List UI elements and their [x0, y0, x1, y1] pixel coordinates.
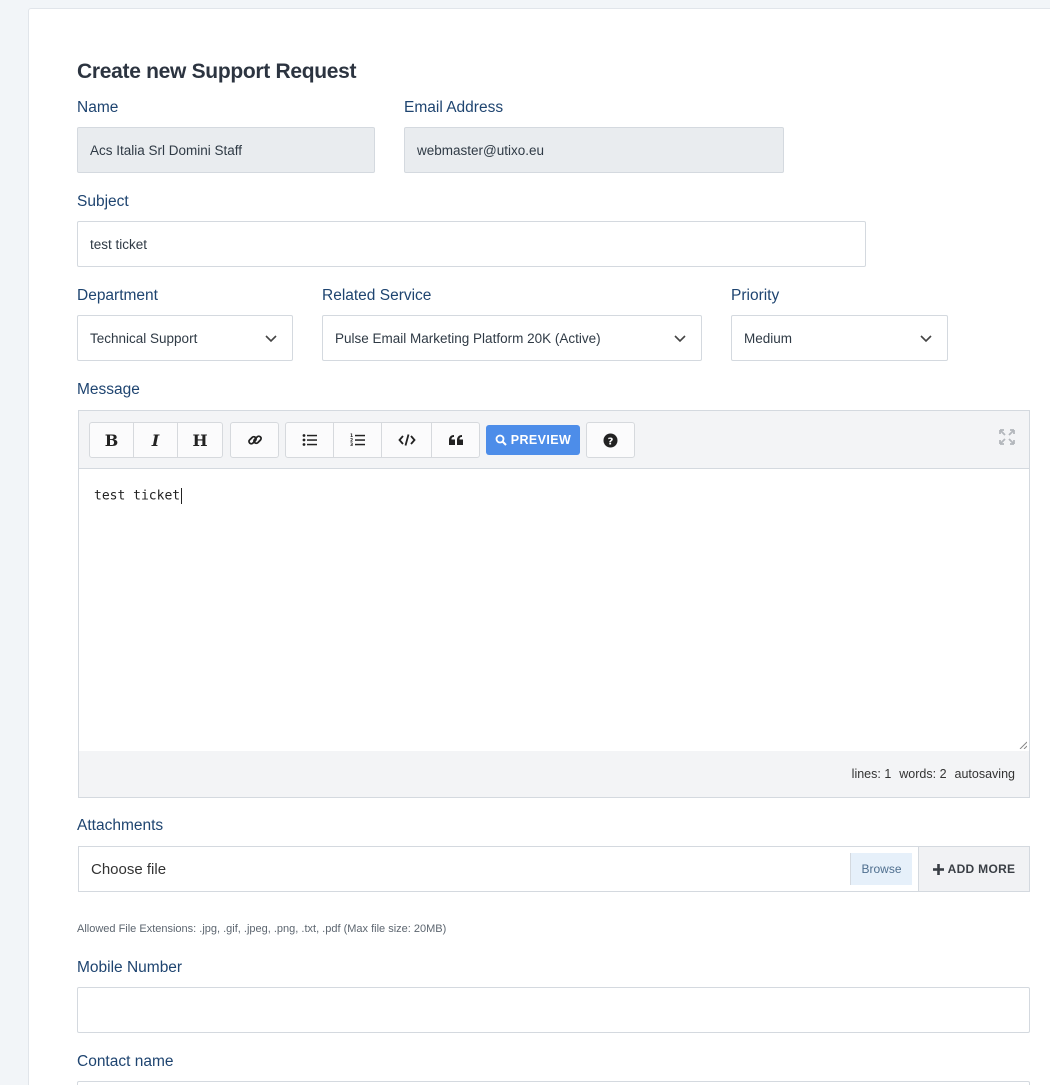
name-value: Acs Italia Srl Domini Staff [90, 142, 243, 158]
email-value: webmaster@utixo.eu [417, 142, 545, 158]
help-button[interactable]: ? [587, 423, 634, 457]
autosave-status: autosaving [954, 767, 1015, 781]
editor-statusbar: lines: 1 words: 2 autosaving [852, 767, 1015, 781]
quote-button[interactable] [432, 423, 479, 457]
priority-value: Medium [744, 330, 793, 346]
help-icon: ? [603, 433, 618, 447]
department-value: Technical Support [90, 330, 198, 346]
subject-input[interactable]: test ticket [77, 221, 866, 267]
department-label: Department [77, 287, 158, 304]
related-service-select[interactable]: Pulse Email Marketing Platform 20K (Acti… [322, 315, 702, 361]
chevron-down-icon [265, 335, 277, 343]
mobile-label: Mobile Number [77, 959, 183, 976]
link-group [230, 422, 279, 458]
related-service-label: Related Service [322, 287, 432, 304]
ordered-list-icon: 1 2 3 [350, 433, 365, 447]
italic-button[interactable]: I [134, 423, 178, 457]
format-group: B I H [89, 422, 223, 458]
unordered-list-icon [302, 434, 317, 446]
bold-icon: B [104, 430, 119, 450]
preview-button[interactable]: PREVIEW [486, 425, 580, 455]
fullscreen-icon[interactable] [999, 429, 1015, 445]
quote-icon [448, 435, 463, 445]
resize-handle-icon[interactable] [1019, 741, 1027, 749]
chevron-down-icon [920, 335, 932, 343]
attachments-label: Attachments [77, 817, 164, 834]
search-icon [495, 434, 507, 446]
page-title: Create new Support Request [77, 60, 357, 83]
heading-button[interactable]: H [178, 423, 222, 457]
ordered-list-button[interactable]: 1 2 3 [334, 423, 382, 457]
department-select[interactable]: Technical Support [77, 315, 293, 361]
link-button[interactable] [231, 423, 278, 457]
name-label: Name [77, 99, 119, 116]
words-count: words: 2 [899, 767, 947, 781]
email-label: Email Address [404, 99, 504, 116]
text-caret [181, 488, 183, 504]
help-group: ? [586, 422, 635, 458]
unordered-list-button[interactable] [286, 423, 334, 457]
message-label: Message [77, 381, 140, 398]
code-icon [397, 434, 416, 446]
attachment-row: Choose file Browse ADD MORE [78, 846, 1030, 892]
preview-label: PREVIEW [510, 433, 572, 447]
related-service-value: Pulse Email Marketing Platform 20K (Acti… [335, 330, 601, 346]
file-placeholder: Choose file [91, 860, 167, 878]
mobile-input[interactable] [77, 987, 1030, 1033]
name-field[interactable]: Acs Italia Srl Domini Staff [77, 127, 375, 173]
heading-icon: H [192, 430, 208, 450]
add-more-button[interactable]: ADD MORE [918, 847, 1029, 891]
link-icon [247, 435, 262, 445]
code-button[interactable] [382, 423, 432, 457]
lines-count: lines: 1 [851, 767, 892, 781]
italic-icon: I [151, 430, 160, 450]
subject-value: test ticket [90, 236, 148, 252]
list-code-group: 1 2 3 [285, 422, 480, 458]
svg-text:?: ? [608, 436, 614, 447]
email-field[interactable]: webmaster@utixo.eu [404, 127, 784, 173]
svg-text:3: 3 [350, 442, 353, 447]
message-content: test ticket [94, 488, 181, 504]
priority-label: Priority [731, 287, 780, 304]
add-more-label: ADD MORE [947, 862, 1016, 876]
contact-name-label: Contact name [77, 1053, 174, 1070]
file-extensions-hint: Allowed File Extensions: .jpg, .gif, .jp… [77, 923, 447, 935]
plus-icon [932, 863, 944, 875]
subject-label: Subject [77, 193, 129, 210]
contact-name-input[interactable] [77, 1081, 1030, 1085]
chevron-down-icon [674, 335, 686, 343]
support-request-card: Create new Support Request Name Acs Ital… [28, 8, 1050, 1085]
priority-select[interactable]: Medium [731, 315, 948, 361]
bold-button[interactable]: B [90, 423, 134, 457]
message-textarea[interactable]: test ticket [79, 468, 1029, 751]
browse-button[interactable]: Browse [850, 853, 912, 885]
markdown-editor: B I H 1 2 3 PREVIEW ? test ticket lines:… [78, 410, 1030, 798]
file-input[interactable]: Choose file Browse [79, 847, 918, 891]
